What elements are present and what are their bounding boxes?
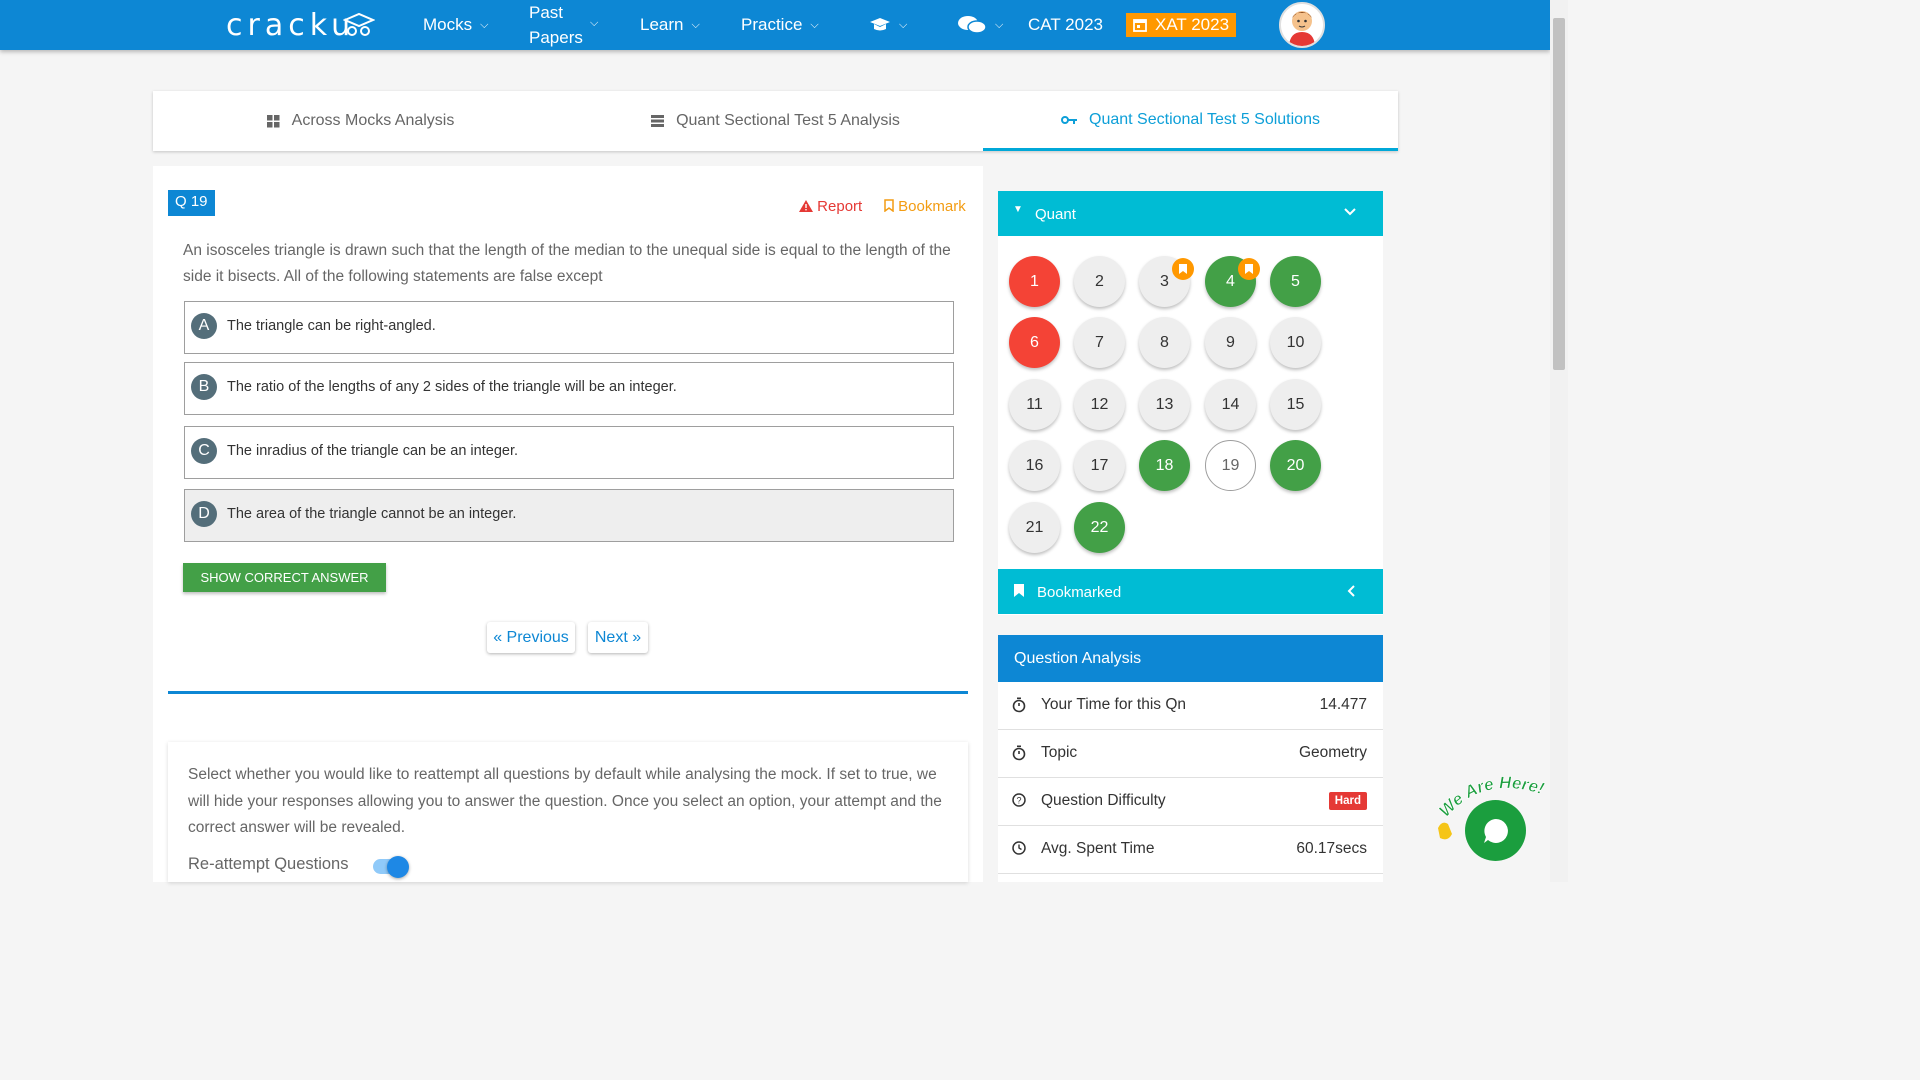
palette-question-10[interactable]: 10 — [1270, 317, 1321, 368]
nav-mocks[interactable]: Mocks ⌵ — [423, 0, 488, 50]
palette-question-16[interactable]: 16 — [1009, 440, 1060, 491]
chat-bubbles-icon — [958, 16, 987, 34]
bookmark-icon — [884, 199, 894, 213]
reattempt-description: Select whether you would like to reattem… — [188, 766, 942, 836]
show-correct-answer-button[interactable]: SHOW CORRECT ANSWER — [183, 563, 386, 592]
chevron-down-icon: ⌵ — [590, 17, 599, 29]
user-avatar[interactable] — [1279, 2, 1325, 48]
option-d[interactable]: D The area of the triangle cannot be an … — [184, 489, 954, 542]
stopwatch-icon — [1012, 697, 1026, 713]
bookmark-marker-icon — [1172, 258, 1194, 280]
analysis-row-topic: Topic Geometry — [998, 730, 1383, 778]
analysis-tabs: Across Mocks Analysis Quant Sectional Te… — [153, 91, 1398, 151]
chevron-down-icon: ⌵ — [995, 18, 1004, 31]
option-text: The inradius of the triangle can be an i… — [227, 443, 518, 459]
live-chat-button[interactable] — [1465, 800, 1526, 861]
palette-question-17[interactable]: 17 — [1074, 440, 1125, 491]
reattempt-toggle-knob[interactable] — [387, 856, 409, 878]
option-a[interactable]: A The triangle can be right-angled. — [184, 301, 954, 354]
svg-text:?: ? — [1016, 796, 1021, 806]
palette-question-9[interactable]: 9 — [1205, 317, 1256, 368]
question-text: An isosceles triangle is drawn such that… — [183, 242, 951, 285]
palette-question-7[interactable]: 7 — [1074, 317, 1125, 368]
analysis-row-avg-time: Avg. Spent Time 60.17secs — [998, 826, 1383, 874]
nav-practice[interactable]: Practice ⌵ — [741, 0, 819, 50]
reattempt-label: Re-attempt Questions — [188, 855, 349, 873]
grid-icon — [266, 114, 280, 127]
top-navbar: cracku Mocks ⌵ Past Papers ⌵ Learn ⌵ Pract… — [0, 0, 1550, 50]
list-icon — [651, 115, 665, 127]
palette-question-6[interactable]: 6 — [1009, 317, 1060, 368]
palette-question-22[interactable]: 22 — [1074, 502, 1125, 553]
bookmark-icon — [1014, 584, 1024, 597]
mortarboard-icon — [870, 18, 890, 31]
option-text: The ratio of the lengths of any 2 sides … — [227, 379, 677, 395]
palette-question-1[interactable]: 1 — [1009, 256, 1060, 307]
nav-courses[interactable]: ⌵ — [869, 0, 907, 50]
analysis-row-difficulty: ? Question Difficulty Hard — [998, 778, 1383, 826]
option-text: The area of the triangle cannot be an in… — [227, 506, 517, 522]
question-number-badge: Q 19 — [168, 190, 215, 216]
clock-icon — [1012, 841, 1026, 855]
palette-question-14[interactable]: 14 — [1205, 379, 1256, 430]
avatar-icon — [1281, 4, 1323, 46]
palette-question-5[interactable]: 5 — [1270, 256, 1321, 307]
option-c[interactable]: C The inradius of the triangle can be an… — [184, 426, 954, 479]
nav-cat-2023[interactable]: CAT 2023 — [1028, 0, 1103, 50]
option-b[interactable]: B The ratio of the lengths of any 2 side… — [184, 362, 954, 415]
chevron-down-icon: ⌵ — [691, 18, 700, 31]
palette-question-2[interactable]: 2 — [1074, 256, 1125, 307]
chevron-down-icon: ⌵ — [480, 18, 489, 31]
palette-question-8[interactable]: 8 — [1139, 317, 1190, 368]
key-icon — [1061, 115, 1078, 124]
nav-xat-2023[interactable]: XAT 2023 — [1126, 13, 1237, 37]
palette-question-11[interactable]: 11 — [1009, 379, 1060, 430]
option-letter: A — [191, 313, 217, 339]
warning-icon — [799, 200, 813, 212]
tab-sectional-solutions[interactable]: Quant Sectional Test 5 Solutions — [983, 91, 1398, 151]
option-text: The triangle can be right-angled. — [227, 318, 436, 334]
bookmarked-header[interactable]: Bookmarked — [998, 569, 1383, 614]
scrollbar-thumb[interactable] — [1553, 18, 1565, 370]
nav-past-papers[interactable]: Past Papers — [529, 0, 583, 50]
chevron-left-icon — [1347, 585, 1355, 597]
graduation-cap-icon — [343, 12, 375, 36]
question-analysis-header: Question Analysis — [998, 635, 1383, 682]
nav-learn[interactable]: Learn ⌵ — [640, 0, 700, 50]
palette-question-12[interactable]: 12 — [1074, 379, 1125, 430]
palette-question-13[interactable]: 13 — [1139, 379, 1190, 430]
palette-question-18[interactable]: 18 — [1139, 440, 1190, 491]
palette-question-20[interactable]: 20 — [1270, 440, 1321, 491]
option-letter: D — [191, 501, 217, 527]
cracku-logo[interactable]: cracku — [226, 8, 355, 43]
palette-question-19[interactable]: 19 — [1205, 440, 1256, 491]
previous-button[interactable]: « Previous — [487, 622, 575, 653]
difficulty-badge: Hard — [1328, 792, 1367, 810]
bookmark-marker-icon — [1238, 258, 1260, 280]
bookmark-button[interactable]: Bookmark — [884, 198, 966, 215]
option-letter: C — [191, 438, 217, 464]
tab-sectional-analysis[interactable]: Quant Sectional Test 5 Analysis — [568, 91, 983, 151]
palette-question-21[interactable]: 21 — [1009, 502, 1060, 553]
analysis-row-your-time: Your Time for this Qn 14.477 — [998, 682, 1383, 730]
divider — [168, 691, 968, 694]
report-button[interactable]: Report — [799, 198, 862, 215]
chevron-down-icon: ⌵ — [810, 18, 819, 31]
option-letter: B — [191, 374, 217, 400]
section-quant-header[interactable]: ▼ Quant — [998, 191, 1383, 236]
palette-question-15[interactable]: 15 — [1270, 379, 1321, 430]
stopwatch-icon — [1012, 745, 1026, 761]
next-button[interactable]: Next » — [588, 622, 648, 653]
caret-down-icon: ▼ — [1013, 204, 1023, 215]
chevron-down-icon — [1344, 208, 1356, 216]
tab-across-mocks-analysis[interactable]: Across Mocks Analysis — [153, 91, 568, 151]
chat-icon — [1483, 818, 1508, 843]
calendar-icon — [1133, 19, 1147, 32]
chevron-down-icon: ⌵ — [899, 18, 908, 31]
question-circle-icon: ? — [1012, 793, 1026, 807]
nav-forum[interactable]: ⌵ — [957, 0, 1003, 50]
